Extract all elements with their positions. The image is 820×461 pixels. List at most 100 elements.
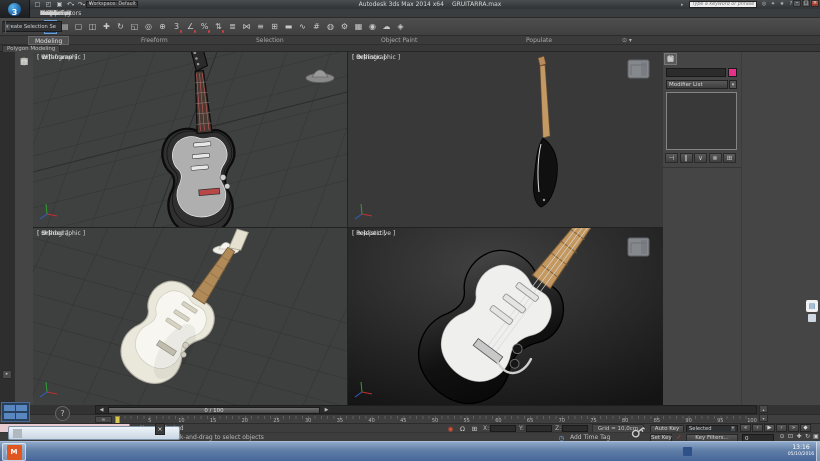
percent-snap-icon[interactable]: %	[198, 20, 211, 34]
viewport-menu-shading[interactable]: [ Realistic ]	[352, 230, 386, 237]
time-slider-handle[interactable]: 0 / 100	[108, 407, 320, 414]
viewport-bottom-right[interactable]: [ + ] [ Perspective ] [ Realistic ]	[348, 228, 663, 405]
viewport-canvas-shaded[interactable]	[33, 228, 347, 405]
pan-icon[interactable]: ✚	[795, 433, 803, 441]
add-time-tag[interactable]: Add Time Tag	[570, 434, 610, 441]
select-and-move-icon[interactable]: ✚	[100, 20, 113, 34]
ribbon-tab-object-paint[interactable]: Object Paint	[375, 36, 423, 45]
zoom-extents-icon[interactable]: ⊡	[787, 433, 795, 441]
close-button[interactable]: ×	[811, 0, 819, 7]
remove-modifier-button[interactable]: ⊗	[709, 153, 722, 163]
open-file-icon[interactable]: ◰	[44, 1, 53, 9]
orbit-icon[interactable]: ↻	[804, 433, 812, 441]
viewport-bottom-left[interactable]: [ + ] [ Orthographic ] [ Shaded ]	[33, 228, 347, 405]
make-unique-button[interactable]: ∨	[694, 153, 707, 163]
angle-snap-icon[interactable]: ∠	[184, 20, 197, 34]
object-color-swatch[interactable]	[728, 68, 737, 77]
viewport-top-right[interactable]: [ + ] [ Orthographic ] [ Realistic ]	[348, 52, 663, 227]
zoom-icon[interactable]: ⊙	[778, 433, 786, 441]
save-file-icon[interactable]: ▣	[55, 1, 64, 9]
x-coordinate-field[interactable]	[490, 425, 516, 433]
track-down-icon[interactable]: ▾	[759, 414, 768, 422]
redo-icon[interactable]: ↷▾	[77, 1, 86, 9]
ribbon-config-icon[interactable]: ⊙ ▾	[622, 37, 640, 44]
taskbar-m-app[interactable]: M	[2, 443, 26, 461]
command-tab-utilities[interactable]: ⚒	[664, 53, 677, 65]
viewport-canvas-realistic-side[interactable]	[348, 52, 663, 227]
left-toolbar-expand-button[interactable]: ▸	[2, 370, 12, 379]
z-coordinate-field[interactable]	[562, 425, 588, 433]
object-name-field[interactable]	[666, 68, 726, 77]
track-up-icon[interactable]: ▴	[759, 405, 768, 413]
named-selection-sets-dropdown[interactable]: Create Selection Se▾	[2, 21, 62, 32]
render-iterative-icon[interactable]: ◈	[394, 20, 407, 34]
configure-modifier-sets-button[interactable]: ⊞	[723, 153, 736, 163]
go-to-start-button[interactable]: «	[740, 424, 751, 432]
viewcube[interactable]	[628, 60, 649, 78]
taskbar-clock[interactable]: 13:16 05/10/2016	[786, 444, 816, 460]
select-and-rotate-icon[interactable]: ↻	[114, 20, 127, 34]
ribbon-tab-selection[interactable]: Selection	[250, 36, 290, 45]
modifier-stack-list[interactable]	[666, 92, 737, 150]
render-production-icon[interactable]: ◉	[366, 20, 379, 34]
time-slider-track[interactable]: ◀ 0 / 100 ▶	[95, 405, 757, 414]
previous-frame-arrow-icon[interactable]: ◀	[97, 407, 106, 413]
spinner-snap-icon[interactable]: ⇅	[212, 20, 225, 34]
favorites-icon[interactable]: ★	[778, 1, 786, 8]
left-toolbar-icon-24[interactable]: ▦	[17, 55, 31, 69]
use-pivot-center-icon[interactable]: ◎	[142, 20, 155, 34]
viewport-top-left[interactable]: [ + ] [ Orthographic ] [ Wireframe ]	[33, 52, 347, 227]
viewport-menu-shading[interactable]: [ Wireframe ]	[37, 54, 77, 61]
infocenter-search-input[interactable]	[689, 1, 757, 8]
render-in-cloud-icon[interactable]: ☁	[380, 20, 393, 34]
help-circle-icon[interactable]: ?	[55, 406, 70, 421]
ribbon-tab-freeform[interactable]: Freeform	[135, 36, 174, 45]
undo-icon[interactable]: ↶▾	[66, 1, 75, 9]
graphite-ribbon-toggle-icon[interactable]: ▬	[282, 20, 295, 34]
viewport-menu-shading[interactable]: [ Shaded ]	[37, 230, 68, 237]
new-scene-icon[interactable]: □	[33, 1, 42, 9]
window-crossing-icon[interactable]: ◫	[86, 20, 99, 34]
minimize-button[interactable]: –	[793, 0, 801, 7]
rendered-frame-window-icon[interactable]: ▦	[352, 20, 365, 34]
manage-layers-icon[interactable]: ⊞	[268, 20, 281, 34]
go-to-end-button[interactable]: »	[788, 424, 799, 432]
render-setup-icon[interactable]: ⚙	[338, 20, 351, 34]
ribbon-tab-modeling[interactable]: Modeling	[28, 36, 69, 45]
maximize-button[interactable]: □	[802, 0, 810, 7]
y-coordinate-field[interactable]	[526, 425, 552, 433]
infocenter-toggle-icon[interactable]: ▸	[681, 2, 687, 8]
viewcube[interactable]	[628, 238, 649, 256]
mirror-icon[interactable]: ⋈	[240, 20, 253, 34]
material-editor-icon[interactable]: ◍	[324, 20, 337, 34]
play-button[interactable]: ▶	[764, 424, 775, 432]
show-desktop-button[interactable]	[816, 442, 820, 461]
viewport-menu-shading[interactable]: [ Realistic ]	[352, 54, 386, 61]
polygon-modeling-panel-tab[interactable]: Polygon Modeling	[2, 45, 60, 52]
edit-named-selection-sets-icon[interactable]: ≣	[226, 20, 239, 34]
align-icon[interactable]: ≡	[254, 20, 267, 34]
key-mode-toggle-button[interactable]: ◆	[800, 424, 811, 432]
modifier-list-dropdown[interactable]: Modifier List	[666, 80, 728, 89]
rectangular-selection-icon[interactable]: ▢	[72, 20, 85, 34]
next-frame-arrow-icon[interactable]: ▶	[322, 407, 331, 413]
search-icon[interactable]: ◎	[760, 1, 768, 8]
select-and-scale-icon[interactable]: ◱	[128, 20, 141, 34]
close-icon[interactable]: ×	[155, 423, 165, 435]
next-frame-button[interactable]: ›	[776, 424, 787, 432]
maximize-viewport-icon[interactable]: ▣	[812, 433, 820, 441]
snaps-toggle-icon[interactable]: 3	[170, 20, 183, 34]
menu-help[interactable]: Help	[34, 10, 60, 17]
viewport-layout-tabs-button[interactable]	[1, 402, 30, 422]
chevron-down-icon[interactable]: ▾	[729, 80, 737, 89]
previous-frame-button[interactable]: ‹	[752, 424, 763, 432]
floating-shortcut-icon[interactable]: ▤	[806, 300, 819, 324]
floating-mini-toolbar[interactable]: ×	[8, 426, 180, 440]
pin-stack-button[interactable]: ⊣	[665, 153, 678, 163]
ribbon-tab-populate[interactable]: Populate	[520, 36, 558, 45]
show-end-result-button[interactable]: ‖	[680, 153, 693, 163]
3dsmax-application-menu-button[interactable]: 3	[0, 0, 30, 18]
communication-center-icon[interactable]: ✦	[769, 1, 777, 8]
select-and-manipulate-icon[interactable]: ⊕	[156, 20, 169, 34]
viewport-canvas-perspective[interactable]	[348, 228, 663, 405]
